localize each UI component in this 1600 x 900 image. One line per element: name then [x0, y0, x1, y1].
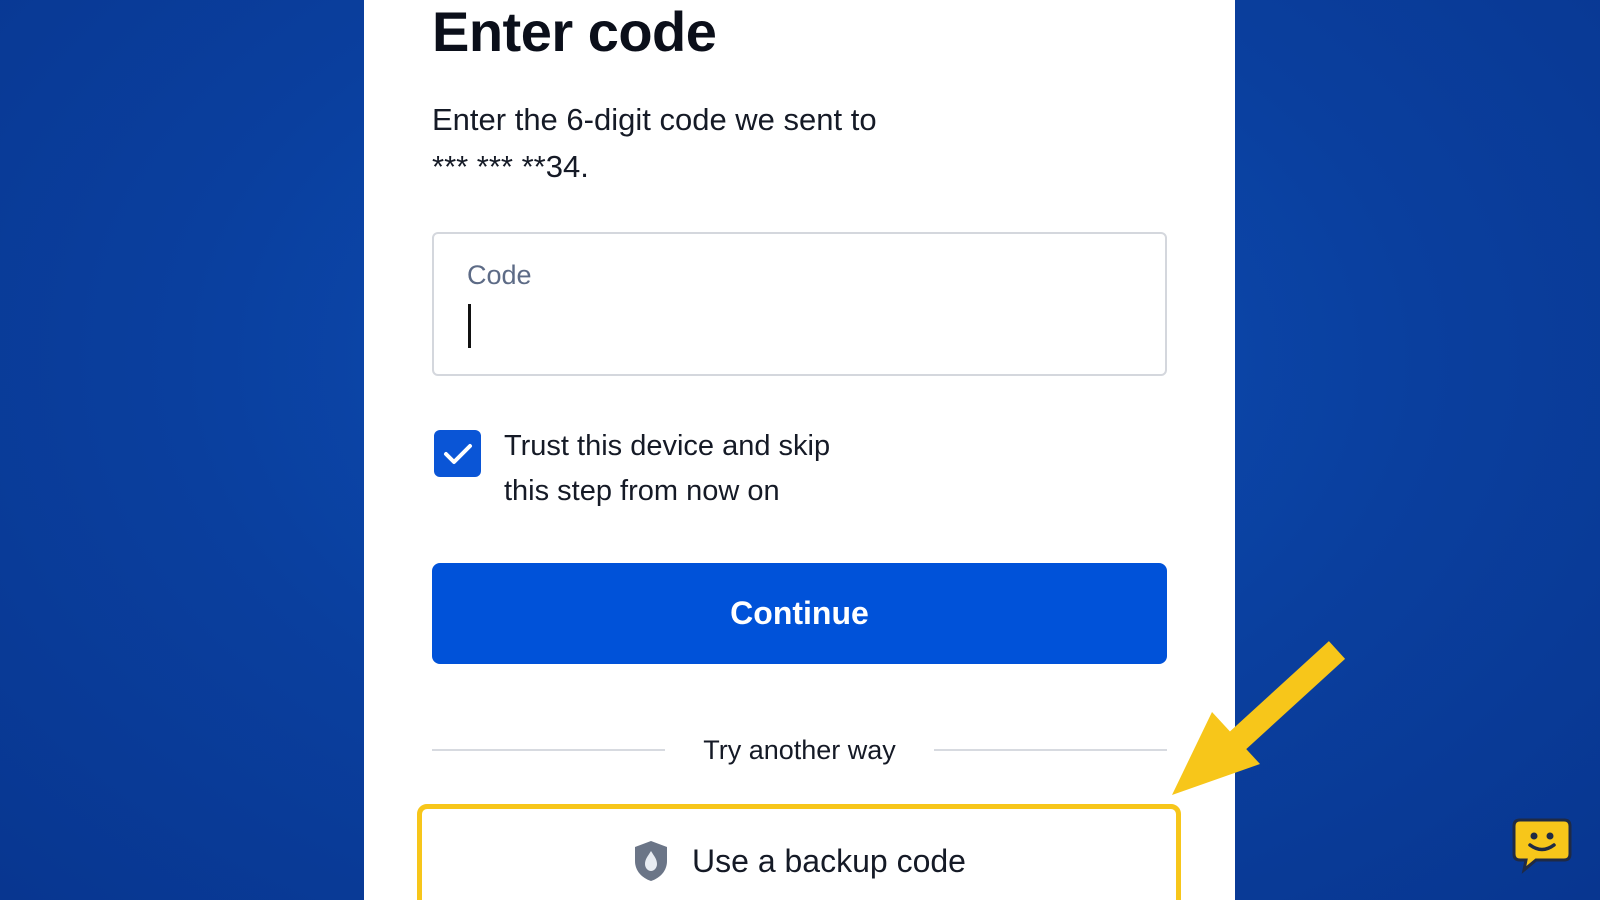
backup-code-label: Use a backup code: [692, 842, 966, 879]
instructions-line-2: *** *** **34.: [432, 149, 589, 184]
instructions-text: Enter the 6-digit code we sent to *** **…: [432, 96, 992, 190]
shield-icon: [635, 841, 668, 881]
continue-button[interactable]: Continue: [432, 563, 1167, 664]
divider-line-left: [432, 749, 666, 751]
chat-widget-button[interactable]: [1512, 816, 1572, 876]
use-backup-code-button[interactable]: Use a backup code: [417, 804, 1181, 900]
try-another-way-divider: Try another way: [432, 730, 1168, 770]
trust-device-label: Trust this device and skip this step fro…: [504, 424, 884, 514]
trust-device-row[interactable]: Trust this device and skip this step fro…: [434, 430, 884, 514]
page-title: Enter code: [432, 0, 717, 63]
arrow-icon: [1172, 641, 1346, 795]
code-input[interactable]: Code: [432, 232, 1167, 376]
code-input-label: Code: [467, 260, 532, 290]
trust-device-label-line-2: this step from now on: [504, 475, 780, 507]
divider-text: Try another way: [703, 734, 896, 765]
chat-smiley-icon: [1512, 818, 1572, 874]
divider-line-right: [933, 749, 1168, 751]
trust-device-label-line-1: Trust this device and skip: [504, 430, 831, 462]
trust-device-checkbox[interactable]: [434, 430, 481, 477]
instructions-line-1: Enter the 6-digit code we sent to: [432, 102, 877, 137]
text-caret: [468, 304, 471, 348]
verification-card: Enter code Enter the 6-digit code we sen…: [364, 0, 1235, 900]
backup-button-content: Use a backup code: [422, 839, 1176, 883]
checkmark-icon: [443, 443, 472, 464]
